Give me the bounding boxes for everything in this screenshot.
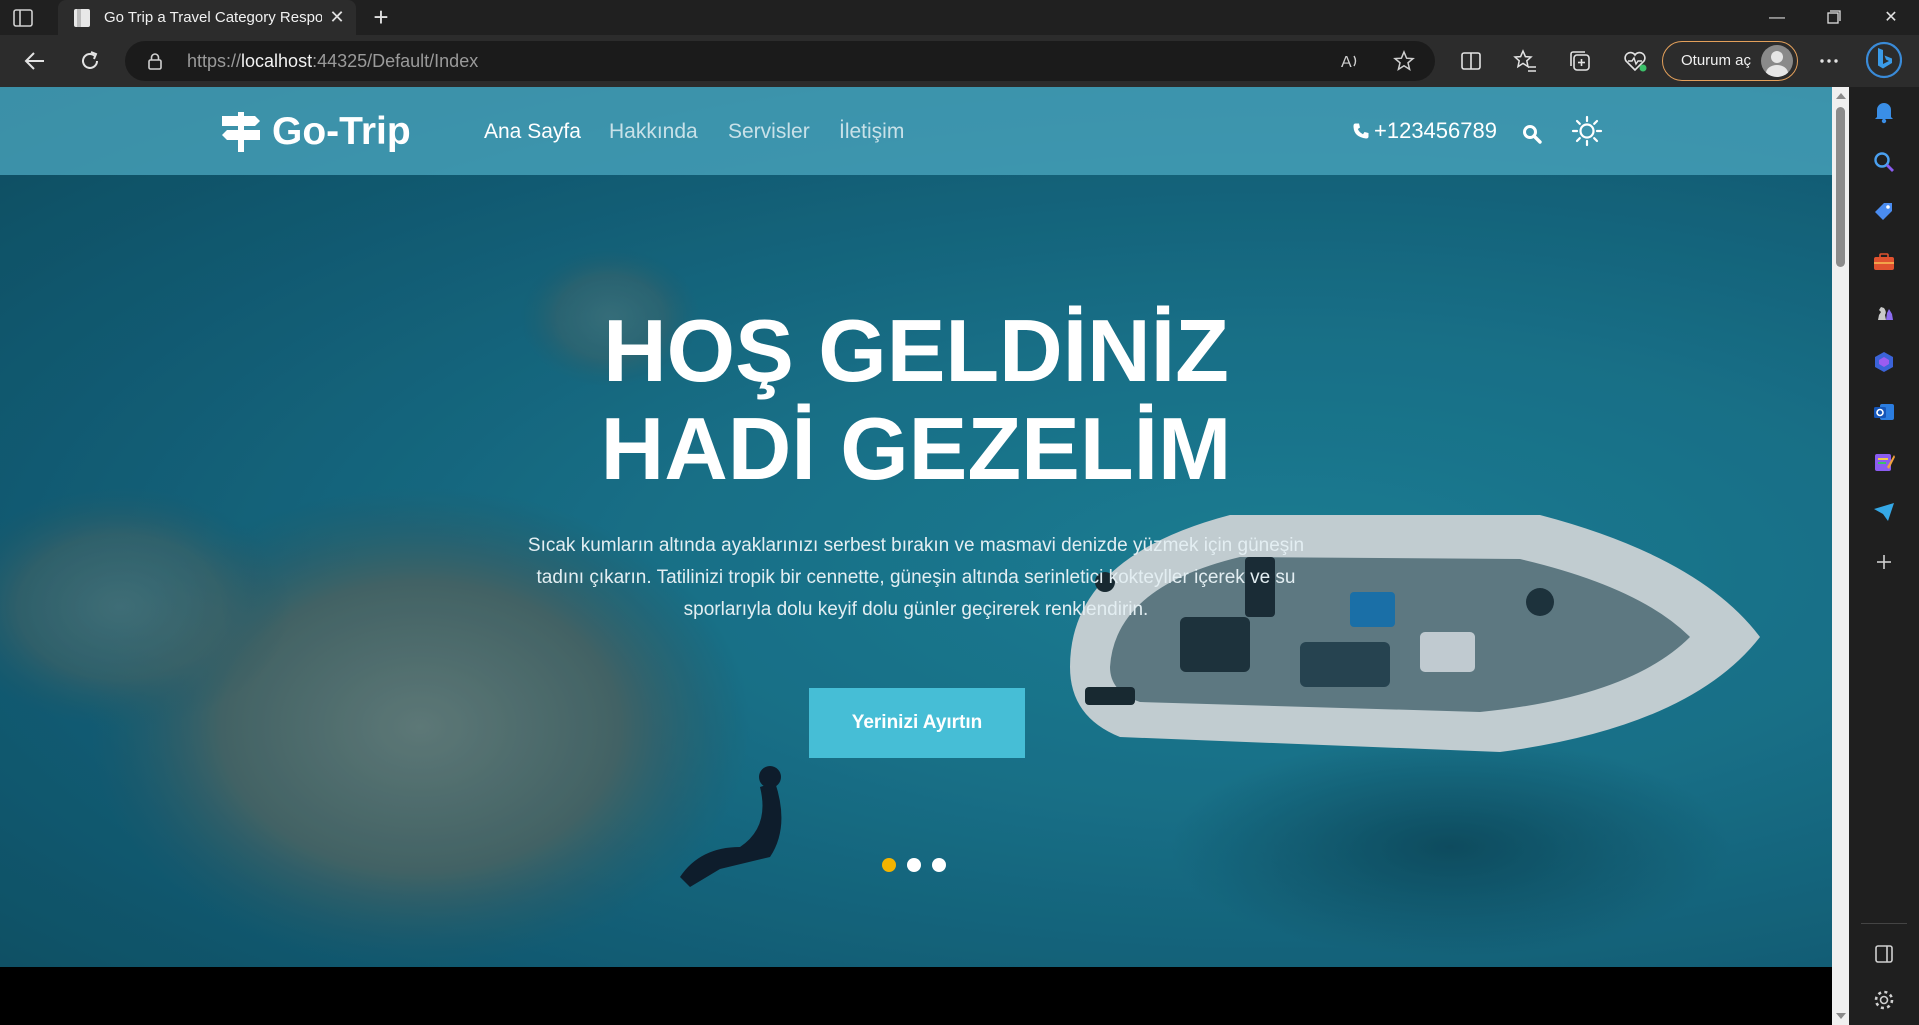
nav-contact[interactable]: İletişim [839,120,904,144]
scroll-down-arrow-icon[interactable] [1836,1013,1846,1019]
lock-icon[interactable] [147,52,163,70]
url-path: :44325/Default/Index [312,51,479,71]
nav-services[interactable]: Servisler [728,120,810,144]
avatar [1761,45,1793,77]
phone-number: +123456789 [1374,118,1497,143]
refresh-icon[interactable] [77,48,103,74]
search-icon[interactable] [1871,149,1897,175]
url-prefix: https:// [187,51,242,71]
star-icon[interactable] [1393,50,1415,72]
address-bar[interactable]: https://localhost:44325/Default/Index A [125,41,1435,81]
more-icon[interactable] [1816,48,1842,74]
sign-in-button[interactable]: Oturum aç [1662,41,1798,81]
sign-in-label: Oturum aç [1681,52,1752,69]
bing-copilot-icon[interactable] [1865,40,1903,80]
tab-title: Go Trip a Travel Category Responsive [104,9,322,26]
nav-about[interactable]: Hakkında [609,120,698,144]
scroll-up-arrow-icon[interactable] [1836,93,1846,99]
sun-theme-toggle-icon[interactable] [1571,115,1603,147]
edge-sidebar [1849,87,1919,1025]
nav-home[interactable]: Ana Sayfa [484,120,581,144]
designer-icon[interactable] [1871,449,1897,475]
signpost-icon [222,112,260,152]
split-screen-icon[interactable] [1458,48,1484,74]
url-text[interactable]: https://localhost:44325/Default/Index [187,51,478,72]
url-host: localhost [241,51,313,71]
back-arrow-icon[interactable] [22,48,48,74]
page-viewport: Go-Trip Ana Sayfa Hakkında Servisler İle… [0,87,1832,1025]
brand-name: Go-Trip [272,110,411,153]
notifications-bell-icon[interactable] [1871,99,1897,125]
hero-title: HOŞ GELDİNİZ HADİ GEZELİM [516,302,1316,498]
maximize-icon[interactable] [1806,0,1862,35]
active-tab[interactable]: Go Trip a Travel Category Responsive ✕ [58,0,356,35]
favorites-icon[interactable] [1512,48,1538,74]
close-tab-icon[interactable]: ✕ [326,6,348,28]
search-icon[interactable] [1521,123,1543,145]
phone-icon [1353,123,1369,139]
scroll-thumb[interactable] [1836,107,1845,267]
games-chess-icon[interactable] [1871,299,1897,325]
carousel-dot-3[interactable] [932,858,946,872]
hero-overlay [0,87,1832,967]
book-now-button[interactable]: Yerinizi Ayırtın [809,688,1025,758]
hero-description: Sıcak kumların altında ayaklarınızı serb… [527,535,1305,620]
page-favicon-icon [74,9,90,27]
browser-toolbar: https://localhost:44325/Default/Index A … [0,35,1919,87]
phone-link[interactable]: +123456789 [1352,118,1497,144]
hero-title-line-2: HADİ GEZELİM [600,399,1232,498]
carousel-dot-2[interactable] [907,858,921,872]
browser-essentials-icon[interactable] [1622,48,1648,74]
sidebar-divider [1861,923,1907,924]
read-aloud-icon[interactable]: A [1340,50,1362,72]
microsoft-365-icon[interactable] [1871,349,1897,375]
minimize-icon[interactable]: — [1749,0,1805,35]
tab-strip: Go Trip a Travel Category Responsive ✕ +… [0,0,1919,35]
svg-text:A: A [1341,54,1352,71]
outlook-icon[interactable] [1871,399,1897,425]
page-scrollbar[interactable] [1832,87,1849,1025]
close-window-icon[interactable]: ✕ [1863,0,1919,35]
site-navbar: Go-Trip Ana Sayfa Hakkında Servisler İle… [0,87,1832,175]
hero-carousel: Go-Trip Ana Sayfa Hakkında Servisler İle… [0,87,1832,967]
add-sidebar-app-icon[interactable] [1871,549,1897,575]
tab-actions-icon[interactable] [12,8,34,28]
tools-briefcase-icon[interactable] [1871,249,1897,275]
carousel-dot-1[interactable] [882,858,896,872]
hero-title-line-1: HOŞ GELDİNİZ [603,301,1229,400]
drop-send-icon[interactable] [1871,499,1897,525]
collections-icon[interactable] [1567,48,1593,74]
shopping-tag-icon[interactable] [1871,199,1897,225]
browser-window: Go Trip a Travel Category Responsive ✕ +… [0,0,1919,1025]
gear-icon[interactable] [1871,987,1897,1013]
new-tab-icon[interactable]: + [368,4,394,30]
hide-sidebar-icon[interactable] [1871,941,1897,967]
